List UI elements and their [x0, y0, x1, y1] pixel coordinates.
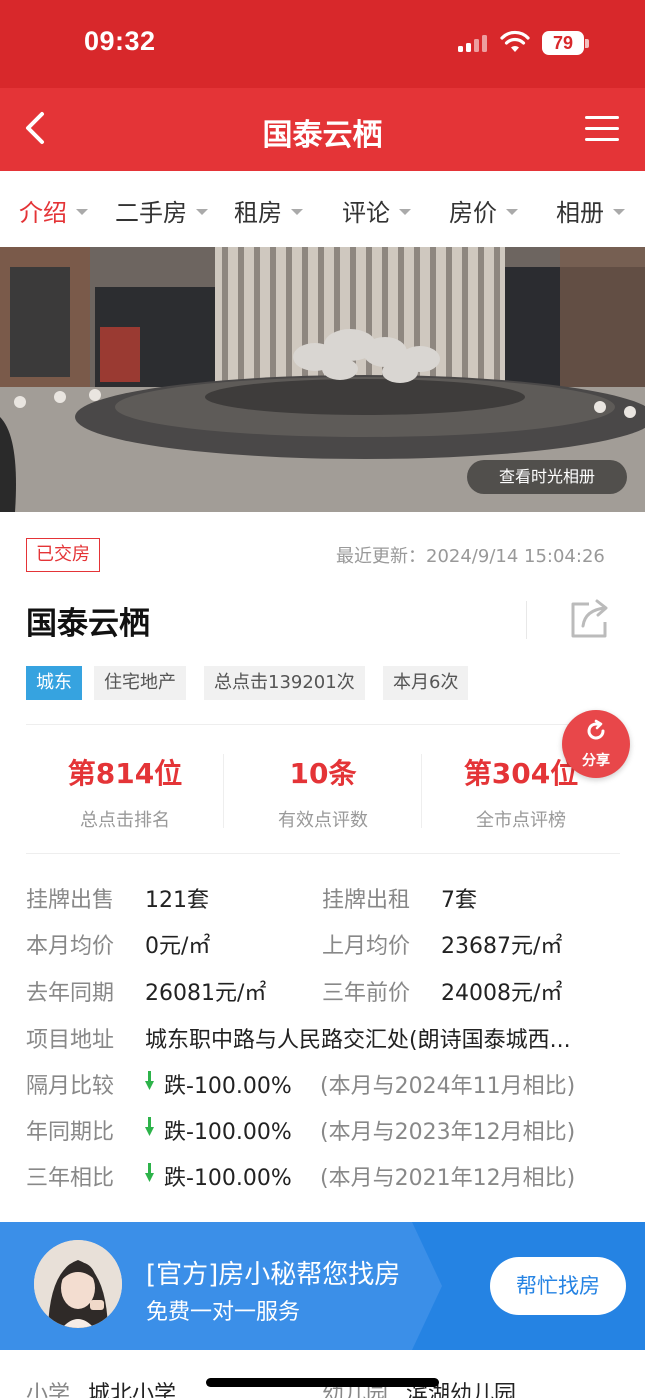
- battery-icon: 79: [542, 31, 584, 55]
- home-indicator[interactable]: [206, 1378, 439, 1387]
- tab-price[interactable]: 房价: [449, 193, 518, 228]
- banner-subtitle: 免费一对一服务: [146, 1300, 301, 1325]
- detail-value: 24008元/㎡: [441, 981, 563, 1006]
- battery-tip: [585, 39, 589, 48]
- trend-value: 跌-100.00%: [164, 1166, 292, 1191]
- tab-label: 相册: [556, 199, 604, 227]
- share-label: 分享: [582, 753, 610, 769]
- tab-album[interactable]: 相册: [556, 193, 625, 228]
- tag-district: 城东: [26, 666, 82, 700]
- trend-label: 年同期比: [26, 1120, 115, 1145]
- banner-title: [官方]房小秘帮您找房: [146, 1260, 401, 1290]
- arrow-down-icon: [145, 1163, 154, 1182]
- stat-click-rank: 第814位 总点击排名: [26, 752, 224, 832]
- divider: [26, 724, 620, 725]
- caret-down-icon: [399, 209, 411, 215]
- caret-down-icon: [613, 209, 625, 215]
- divider: [526, 601, 527, 639]
- detail-label: 本月均价: [26, 934, 115, 959]
- arrow-down-icon: [145, 1117, 154, 1136]
- app-header: 国泰云栖: [0, 88, 645, 171]
- detail-label: 挂牌出售: [26, 888, 115, 913]
- status-time: 09:32: [84, 26, 156, 56]
- detail-value: 26081元/㎡: [145, 981, 267, 1006]
- tab-rent[interactable]: 租房: [234, 193, 303, 228]
- trend-label: 三年相比: [26, 1166, 115, 1191]
- tag-property-type: 住宅地产: [94, 666, 186, 700]
- tab-comments[interactable]: 评论: [342, 193, 411, 228]
- cellular-signal-icon: [458, 34, 490, 52]
- trend-note: (本月与2024年11月相比): [320, 1074, 576, 1099]
- share-floating-button[interactable]: 分享: [562, 710, 630, 778]
- page-title: 国泰云栖: [262, 118, 383, 153]
- stat-label: 全市点评榜: [476, 810, 566, 831]
- tab-intro[interactable]: 介绍: [19, 193, 88, 228]
- tab-bar: 介绍 二手房 租房 评论 房价 相册: [0, 171, 645, 247]
- tag-month-clicks: 本月6次: [383, 666, 469, 700]
- stat-value: 10条: [289, 757, 357, 790]
- arrow-down-icon: [145, 1071, 154, 1090]
- trend-value: 跌-100.00%: [164, 1074, 292, 1099]
- detail-label: 挂牌出租: [322, 888, 411, 913]
- caret-down-icon: [196, 209, 208, 215]
- detail-label: 三年前价: [322, 981, 411, 1006]
- trend-value: 跌-100.00%: [164, 1120, 292, 1145]
- school-label: 小学: [26, 1382, 71, 1398]
- help-find-house-button[interactable]: 帮忙找房: [490, 1257, 626, 1315]
- detail-value: 23687元/㎡: [441, 934, 563, 959]
- refresh-share-icon: [587, 719, 605, 740]
- divider: [26, 853, 620, 854]
- trend-note: (本月与2023年12月相比): [320, 1120, 576, 1145]
- caret-down-icon: [291, 209, 303, 215]
- stat-review-count: 10条 有效点评数: [224, 752, 422, 832]
- detail-value: 0元/㎡: [145, 934, 211, 959]
- status-bar: 09:32 79: [0, 0, 645, 88]
- update-time: 最近更新：2024/9/14 15:04:26: [336, 546, 605, 567]
- stat-label: 总点击排名: [80, 810, 170, 831]
- stat-label: 有效点评数: [278, 810, 368, 831]
- tab-resale[interactable]: 二手房: [115, 193, 208, 228]
- address-value[interactable]: 城东职中路与人民路交汇处(朗诗国泰城西...: [145, 1022, 611, 1054]
- trend-note: (本月与2021年12月相比): [320, 1166, 576, 1191]
- caret-down-icon: [506, 209, 518, 215]
- detail-value: 7套: [441, 888, 477, 913]
- wifi-icon: [500, 30, 530, 52]
- trend-label: 隔月比较: [26, 1074, 115, 1099]
- tab-label: 房价: [449, 199, 497, 227]
- address-label: 项目地址: [26, 1028, 115, 1053]
- detail-label: 去年同期: [26, 981, 115, 1006]
- tab-label: 评论: [342, 199, 390, 227]
- album-button[interactable]: 查看时光相册: [467, 460, 627, 494]
- status-badge: 已交房: [26, 538, 100, 572]
- school-primary: 小学 城北小学: [26, 1376, 176, 1398]
- caret-down-icon: [76, 209, 88, 215]
- share-icon[interactable]: [567, 598, 613, 640]
- detail-value: 121套: [145, 888, 209, 913]
- avatar: [34, 1240, 122, 1328]
- house-finder-banner[interactable]: [官方]房小秘帮您找房 免费一对一服务 帮忙找房: [0, 1222, 645, 1350]
- hamburger-menu-icon[interactable]: [585, 114, 619, 144]
- stat-value: 第814位: [67, 757, 183, 790]
- school-value[interactable]: 城北小学: [88, 1382, 176, 1398]
- detail-label: 上月均价: [322, 934, 411, 959]
- project-title: 国泰云栖: [26, 606, 150, 642]
- tag-total-clicks: 总点击139201次: [204, 666, 365, 700]
- tab-label: 租房: [234, 199, 282, 227]
- tab-label: 介绍: [19, 199, 67, 227]
- tab-label: 二手房: [115, 199, 187, 227]
